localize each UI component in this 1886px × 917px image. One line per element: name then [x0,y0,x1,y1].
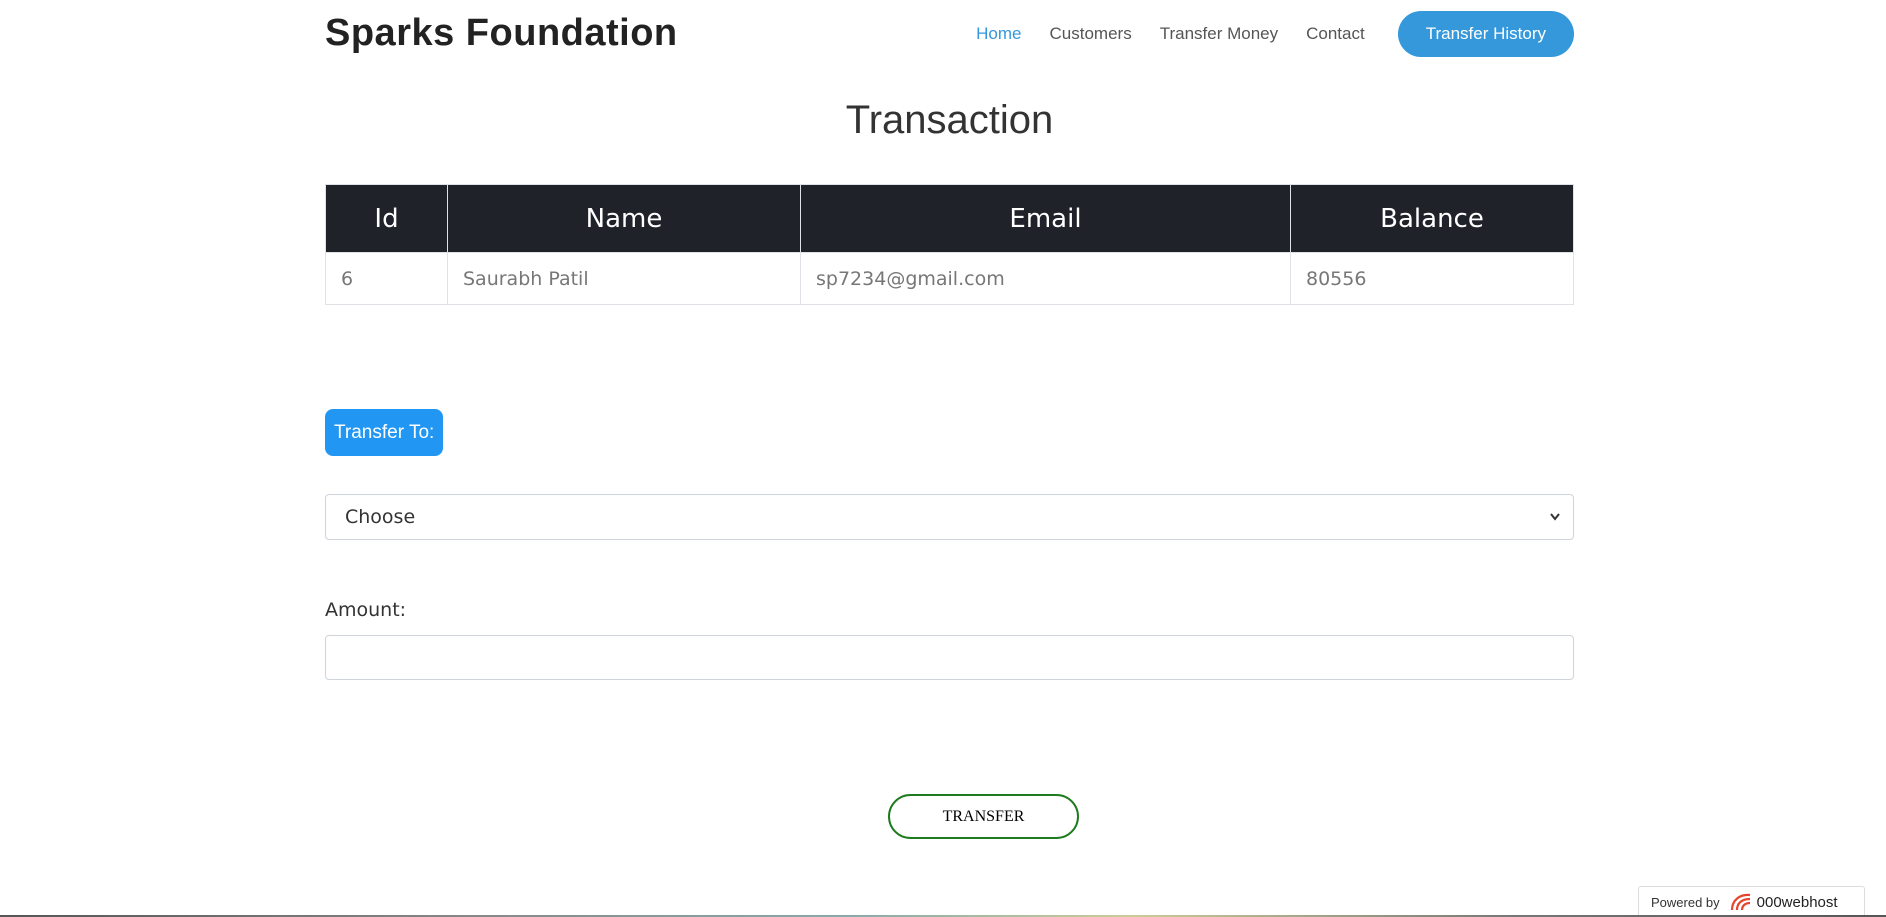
nav-home-link[interactable]: Home [976,14,1021,54]
column-header-id: Id [325,184,448,253]
powered-by-label: Powered by [1651,894,1720,910]
amount-label: Amount: [325,599,407,621]
column-header-email: Email [800,184,1291,253]
transfer-history-button[interactable]: Transfer History [1397,11,1574,57]
recipient-select[interactable]: Choose [325,494,1574,540]
cell-email: sp7234@gmail.com [800,252,1291,305]
table-row: 6 Saurabh Patil sp7234@gmail.com 80556 [325,252,1574,305]
navbar: Sparks Foundation Home Customers Transfe… [325,0,1574,66]
transfer-button[interactable]: TRANSFER [888,794,1079,839]
powered-by-badge[interactable]: Powered by 000webhost [1638,886,1865,917]
amount-input[interactable] [325,635,1574,680]
nav-links: Home Customers Transfer Money Contact Tr… [948,11,1574,57]
recipient-select-value: Choose [345,506,416,528]
transfer-to-label: Transfer To: [325,409,444,456]
page-container: Sparks Foundation Home Customers Transfe… [325,0,1574,839]
cell-id: 6 [325,252,448,305]
column-header-balance: Balance [1290,184,1574,253]
cell-name: Saurabh Patil [447,252,801,305]
table-header-row: Id Name Email Balance [325,184,1574,253]
nav-transfer-money-link[interactable]: Transfer Money [1160,14,1278,54]
cell-balance: 80556 [1290,252,1574,305]
webhost-logo-text: 000webhost [1756,893,1838,911]
nav-contact-link[interactable]: Contact [1306,14,1365,54]
column-header-name: Name [447,184,801,253]
nav-customers-link[interactable]: Customers [1050,14,1132,54]
webhost-logo-icon [1728,892,1754,912]
chevron-down-icon [1549,495,1561,556]
page-title: Transaction [845,98,1054,142]
brand-logo-text[interactable]: Sparks Foundation [325,12,678,55]
customer-table: Id Name Email Balance 6 Saurabh Patil sp… [325,184,1574,305]
